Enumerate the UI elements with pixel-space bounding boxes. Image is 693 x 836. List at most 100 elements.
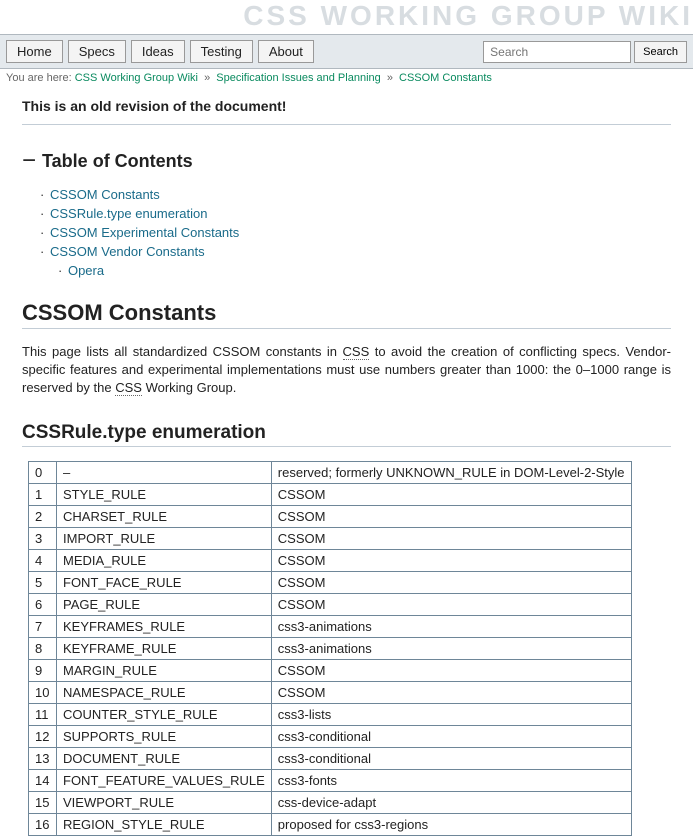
- table-cell: CSSOM: [271, 681, 631, 703]
- search-button[interactable]: Search: [634, 41, 687, 63]
- table-cell: CHARSET_RULE: [57, 505, 272, 527]
- table-cell: 11: [29, 703, 57, 725]
- table-cell: COUNTER_STYLE_RULE: [57, 703, 272, 725]
- table-cell: NAMESPACE_RULE: [57, 681, 272, 703]
- table-cell: CSSOM: [271, 571, 631, 593]
- nav-ideas[interactable]: Ideas: [131, 40, 185, 63]
- table-row: 8KEYFRAME_RULEcss3-animations: [29, 637, 632, 659]
- table-cell: 5: [29, 571, 57, 593]
- table-row: 10NAMESPACE_RULECSSOM: [29, 681, 632, 703]
- table-cell: 14: [29, 769, 57, 791]
- table-row: 2CHARSET_RULECSSOM: [29, 505, 632, 527]
- table-cell: 2: [29, 505, 57, 527]
- toc-item: · Opera: [58, 263, 671, 278]
- table-cell: 7: [29, 615, 57, 637]
- table-cell: KEYFRAME_RULE: [57, 637, 272, 659]
- table-cell: KEYFRAMES_RULE: [57, 615, 272, 637]
- breadcrumb-link[interactable]: CSSOM Constants: [399, 72, 492, 84]
- toolbar: Home Specs Ideas Testing About Search: [0, 34, 693, 69]
- table-row: 6PAGE_RULECSSOM: [29, 593, 632, 615]
- abbr-css: CSS: [115, 380, 142, 396]
- nav-home[interactable]: Home: [6, 40, 63, 63]
- nav-testing[interactable]: Testing: [190, 40, 253, 63]
- bullet-icon: ·: [40, 187, 44, 202]
- breadcrumb: You are here: CSS Working Group Wiki » S…: [0, 69, 693, 94]
- nav: Home Specs Ideas Testing About: [6, 40, 314, 63]
- toc-list: · CSSOM Constants · CSSRule.type enumera…: [40, 187, 671, 278]
- table-row: 15VIEWPORT_RULEcss-device-adapt: [29, 791, 632, 813]
- table-cell: 12: [29, 725, 57, 747]
- table-cell: css3-conditional: [271, 747, 631, 769]
- table-cell: CSSOM: [271, 527, 631, 549]
- toc-item: · CSSOM Vendor Constants · Opera: [40, 244, 671, 278]
- table-row: 13DOCUMENT_RULEcss3-conditional: [29, 747, 632, 769]
- table-cell: CSSOM: [271, 659, 631, 681]
- cssrule-type-table: 0–reserved; formerly UNKNOWN_RULE in DOM…: [28, 461, 632, 836]
- section-heading-cssrule-type: CSSRule.type enumeration: [22, 422, 671, 447]
- table-cell: css3-fonts: [271, 769, 631, 791]
- table-cell: css3-lists: [271, 703, 631, 725]
- toc-link[interactable]: CSSOM Vendor Constants: [50, 244, 205, 259]
- table-row: 5FONT_FACE_RULECSSOM: [29, 571, 632, 593]
- toc-item: · CSSRule.type enumeration: [40, 206, 671, 221]
- table-cell: FONT_FACE_RULE: [57, 571, 272, 593]
- table-cell: 15: [29, 791, 57, 813]
- toc-toggle-icon[interactable]: −: [22, 149, 36, 173]
- table-cell: 8: [29, 637, 57, 659]
- table-cell: REGION_STYLE_RULE: [57, 813, 272, 835]
- toc-item: · CSSOM Constants: [40, 187, 671, 202]
- table-cell: –: [57, 461, 272, 483]
- table-cell: CSSOM: [271, 593, 631, 615]
- toc-heading: − Table of Contents: [22, 149, 671, 173]
- table-cell: css3-conditional: [271, 725, 631, 747]
- table-row: 14FONT_FEATURE_VALUES_RULEcss3-fonts: [29, 769, 632, 791]
- table-cell: CSSOM: [271, 549, 631, 571]
- bullet-icon: ·: [40, 206, 44, 221]
- table-row: 9MARGIN_RULECSSOM: [29, 659, 632, 681]
- table-cell: DOCUMENT_RULE: [57, 747, 272, 769]
- table-cell: VIEWPORT_RULE: [57, 791, 272, 813]
- table-cell: css-device-adapt: [271, 791, 631, 813]
- table-row: 7KEYFRAMES_RULEcss3-animations: [29, 615, 632, 637]
- site-title: CSS WORKING GROUP WIKI: [0, 0, 693, 34]
- table-row: 3IMPORT_RULECSSOM: [29, 527, 632, 549]
- toc-link[interactable]: CSSOM Constants: [50, 187, 160, 202]
- nav-specs[interactable]: Specs: [68, 40, 126, 63]
- intro-paragraph: This page lists all standardized CSSOM c…: [22, 343, 671, 398]
- old-revision-notice: This is an old revision of the document!: [22, 98, 671, 114]
- divider: [22, 124, 671, 125]
- breadcrumb-sep: »: [204, 72, 210, 84]
- breadcrumb-link[interactable]: Specification Issues and Planning: [216, 72, 381, 84]
- search-input[interactable]: [483, 41, 631, 63]
- table-cell: 13: [29, 747, 57, 769]
- bullet-icon: ·: [40, 225, 44, 240]
- toc-link[interactable]: CSSOM Experimental Constants: [50, 225, 239, 240]
- table-cell: 10: [29, 681, 57, 703]
- table-row: 1STYLE_RULECSSOM: [29, 483, 632, 505]
- table-cell: FONT_FEATURE_VALUES_RULE: [57, 769, 272, 791]
- table-cell: STYLE_RULE: [57, 483, 272, 505]
- table-cell: 16: [29, 813, 57, 835]
- breadcrumb-link[interactable]: CSS Working Group Wiki: [75, 72, 198, 84]
- toc-item: · CSSOM Experimental Constants: [40, 225, 671, 240]
- table-cell: 3: [29, 527, 57, 549]
- intro-text: Working Group.: [142, 380, 236, 395]
- toc-link[interactable]: Opera: [68, 263, 104, 278]
- breadcrumb-prefix: You are here:: [6, 72, 72, 84]
- toc-title: Table of Contents: [42, 151, 193, 172]
- table-cell: 4: [29, 549, 57, 571]
- table-row: 0–reserved; formerly UNKNOWN_RULE in DOM…: [29, 461, 632, 483]
- table-cell: MEDIA_RULE: [57, 549, 272, 571]
- abbr-css: CSS: [343, 344, 370, 360]
- table-cell: 6: [29, 593, 57, 615]
- table-cell: CSSOM: [271, 483, 631, 505]
- toc-link[interactable]: CSSRule.type enumeration: [50, 206, 208, 221]
- table-row: 12SUPPORTS_RULEcss3-conditional: [29, 725, 632, 747]
- table-cell: CSSOM: [271, 505, 631, 527]
- bullet-icon: ·: [40, 244, 44, 259]
- nav-about[interactable]: About: [258, 40, 314, 63]
- section-heading-cssom-constants: CSSOM Constants: [22, 300, 671, 329]
- table-cell: SUPPORTS_RULE: [57, 725, 272, 747]
- toc-sublist: · Opera: [58, 263, 671, 278]
- table-cell: css3-animations: [271, 637, 631, 659]
